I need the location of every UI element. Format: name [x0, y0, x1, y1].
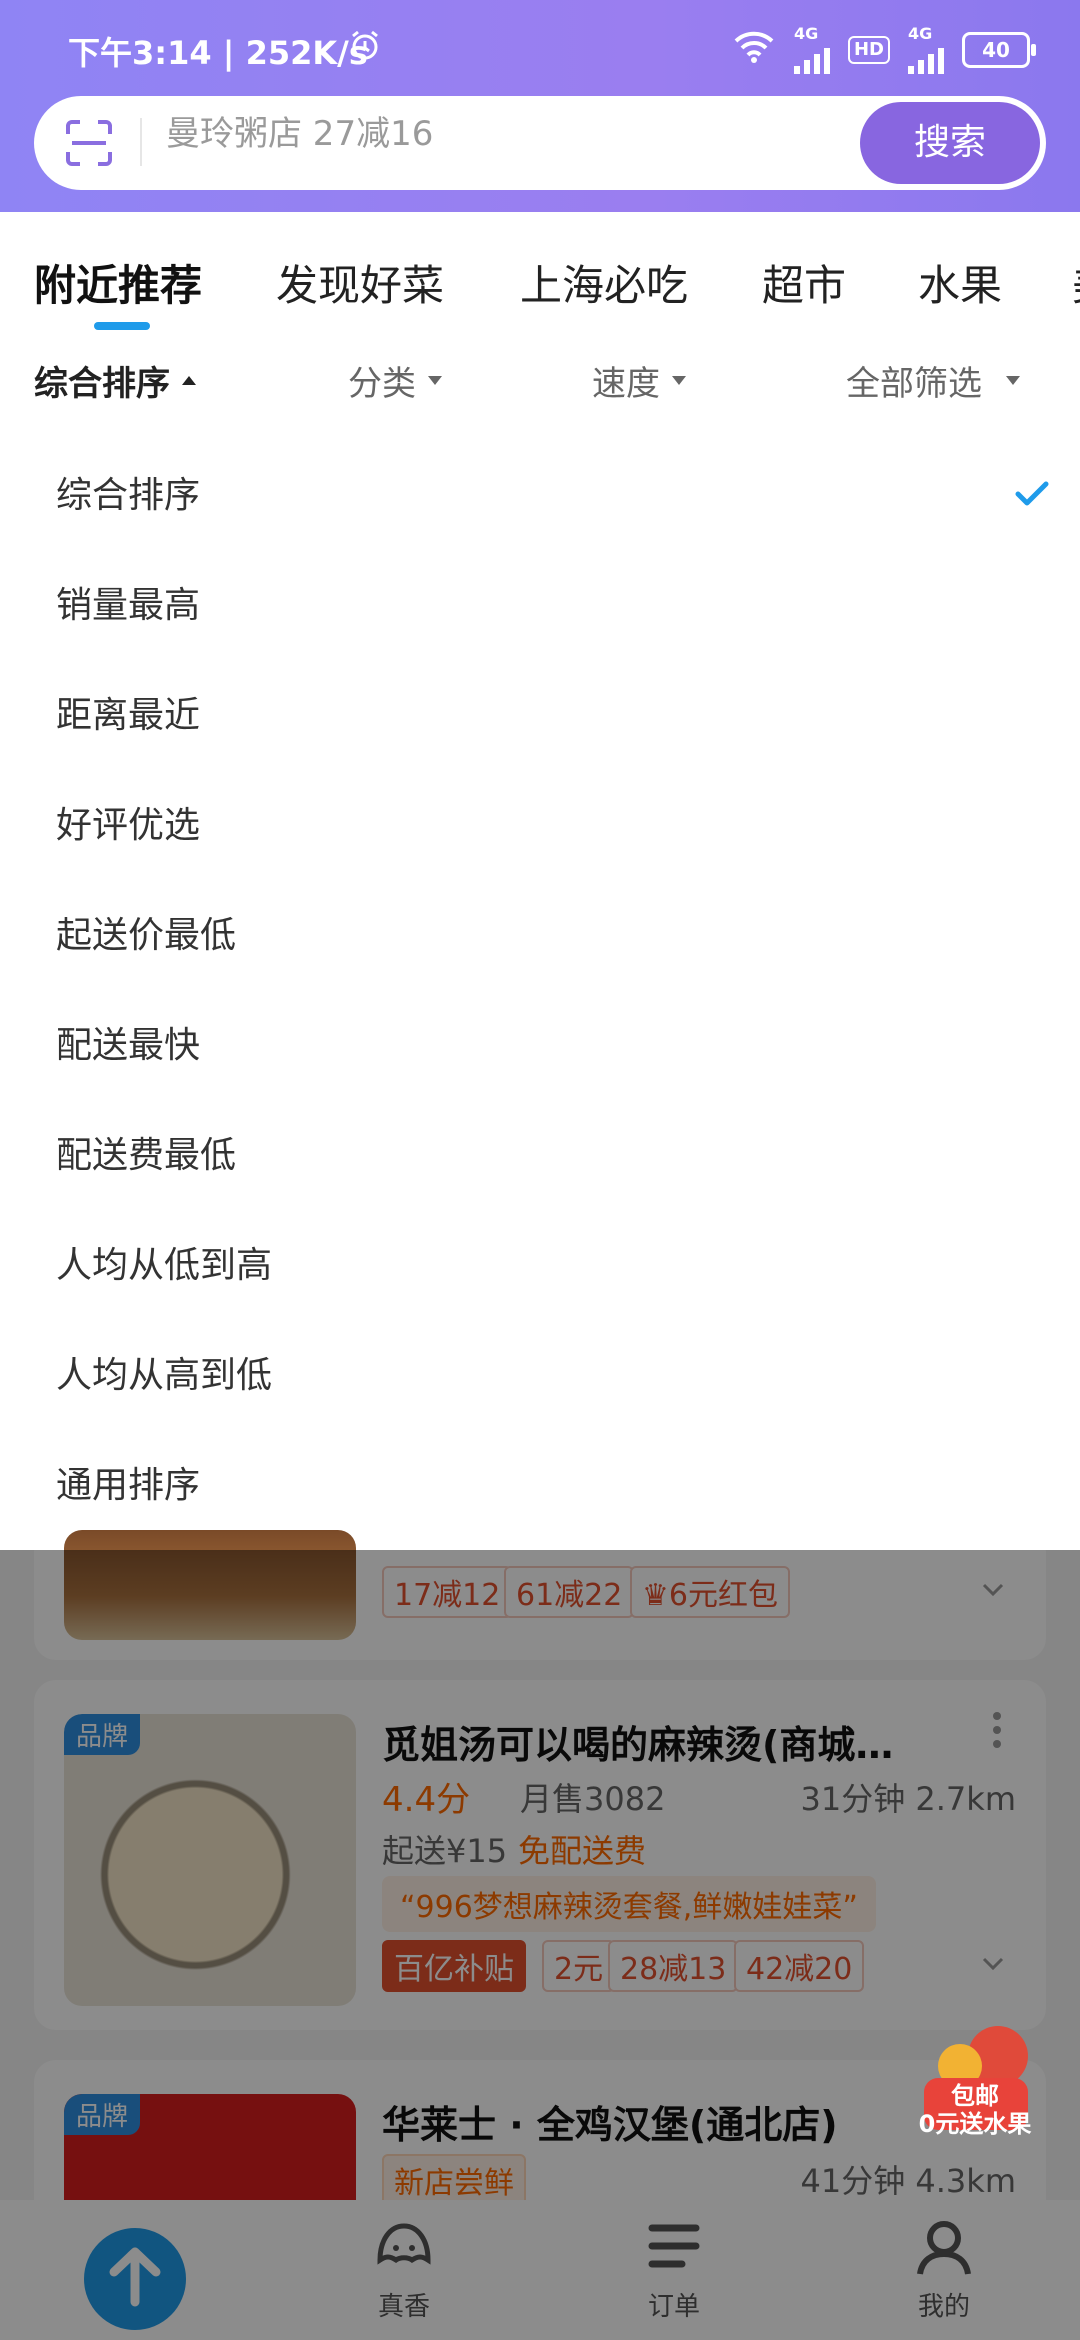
tab-discover[interactable]: 发现好菜	[276, 252, 444, 313]
caret-up-icon	[182, 376, 196, 385]
promo-line1: 包邮	[951, 2082, 999, 2110]
network-label-2: 4G	[908, 24, 933, 43]
caret-down-icon	[1006, 376, 1020, 385]
filter-all[interactable]: 全部筛选	[846, 356, 1020, 405]
filter-category-label: 分类	[348, 364, 416, 404]
dim-overlay[interactable]	[0, 1550, 1080, 2340]
sort-option-fastest[interactable]: 配送最快	[56, 1016, 1026, 1076]
category-tabs: 附近推荐 发现好菜 上海必吃 超市 水果 美	[0, 212, 1080, 348]
tab-nearby[interactable]: 附近推荐	[34, 252, 202, 313]
search-input[interactable]: 曼玲粥店 27减16	[166, 106, 433, 155]
search-divider	[140, 118, 142, 166]
cell-signal-1-icon: 4G	[793, 24, 830, 74]
cell-signal-2-icon: 4G	[908, 26, 944, 74]
filter-sort[interactable]: 综合排序	[34, 356, 196, 405]
tab-supermarket[interactable]: 超市	[762, 252, 846, 313]
promo-line2: 0元送水果	[918, 2110, 1032, 2138]
filter-speed[interactable]: 速度	[592, 356, 686, 405]
alarm-icon	[348, 28, 382, 70]
filter-category[interactable]: 分类	[348, 356, 442, 405]
sort-option-delivery-fee[interactable]: 配送费最低	[56, 1126, 1026, 1186]
search-bar[interactable]: 曼玲粥店 27减16 搜索	[34, 96, 1046, 190]
tab-more[interactable]: 美	[1072, 252, 1080, 313]
hd-badge: HD	[847, 36, 890, 64]
tab-shanghai[interactable]: 上海必吃	[520, 252, 688, 313]
status-time: 下午3:14 | 252K/s	[68, 34, 368, 72]
header: 下午3:14 | 252K/s 4G HD 4G 40 曼玲粥店 27减16 搜…	[0, 0, 1080, 212]
free-fruit-promo[interactable]: 包邮 0元送水果	[910, 2018, 1040, 2148]
status-bar: 下午3:14 | 252K/s 4G HD 4G 40	[0, 0, 1080, 96]
sort-option-price-asc[interactable]: 人均从低到高	[56, 1236, 1026, 1296]
search-button[interactable]: 搜索	[860, 102, 1040, 184]
filter-all-label: 全部筛选	[846, 364, 982, 404]
sort-option-sales[interactable]: 销量最高	[56, 576, 1026, 636]
sort-option-price-desc[interactable]: 人均从高到低	[56, 1346, 1026, 1406]
sort-option-default[interactable]: 综合排序	[56, 466, 1026, 526]
battery-icon: 40	[962, 32, 1036, 68]
wifi-icon	[732, 29, 776, 71]
sort-option-min-price[interactable]: 起送价最低	[56, 906, 1026, 966]
filter-sort-label: 综合排序	[34, 364, 170, 404]
caret-down-icon	[428, 376, 442, 385]
tab-fruit[interactable]: 水果	[918, 252, 1002, 313]
filter-speed-label: 速度	[592, 364, 660, 404]
checkmark-icon	[1014, 476, 1050, 512]
tab-indicator	[94, 322, 150, 330]
caret-down-icon	[672, 376, 686, 385]
sort-dropdown: 综合排序 销量最高 距离最近 好评优选 起送价最低 配送最快 配送费最低 人均从…	[0, 430, 1080, 1550]
sort-option-rating[interactable]: 好评优选	[56, 796, 1026, 856]
scan-icon[interactable]	[64, 118, 114, 168]
sort-option-distance[interactable]: 距离最近	[56, 686, 1026, 746]
sort-option-general[interactable]: 通用排序	[56, 1456, 1026, 1516]
status-icons: 4G HD 4G 40	[732, 24, 1036, 74]
filter-bar: 综合排序 分类 速度 全部筛选	[0, 348, 1080, 430]
network-label-1: 4G	[793, 24, 819, 43]
